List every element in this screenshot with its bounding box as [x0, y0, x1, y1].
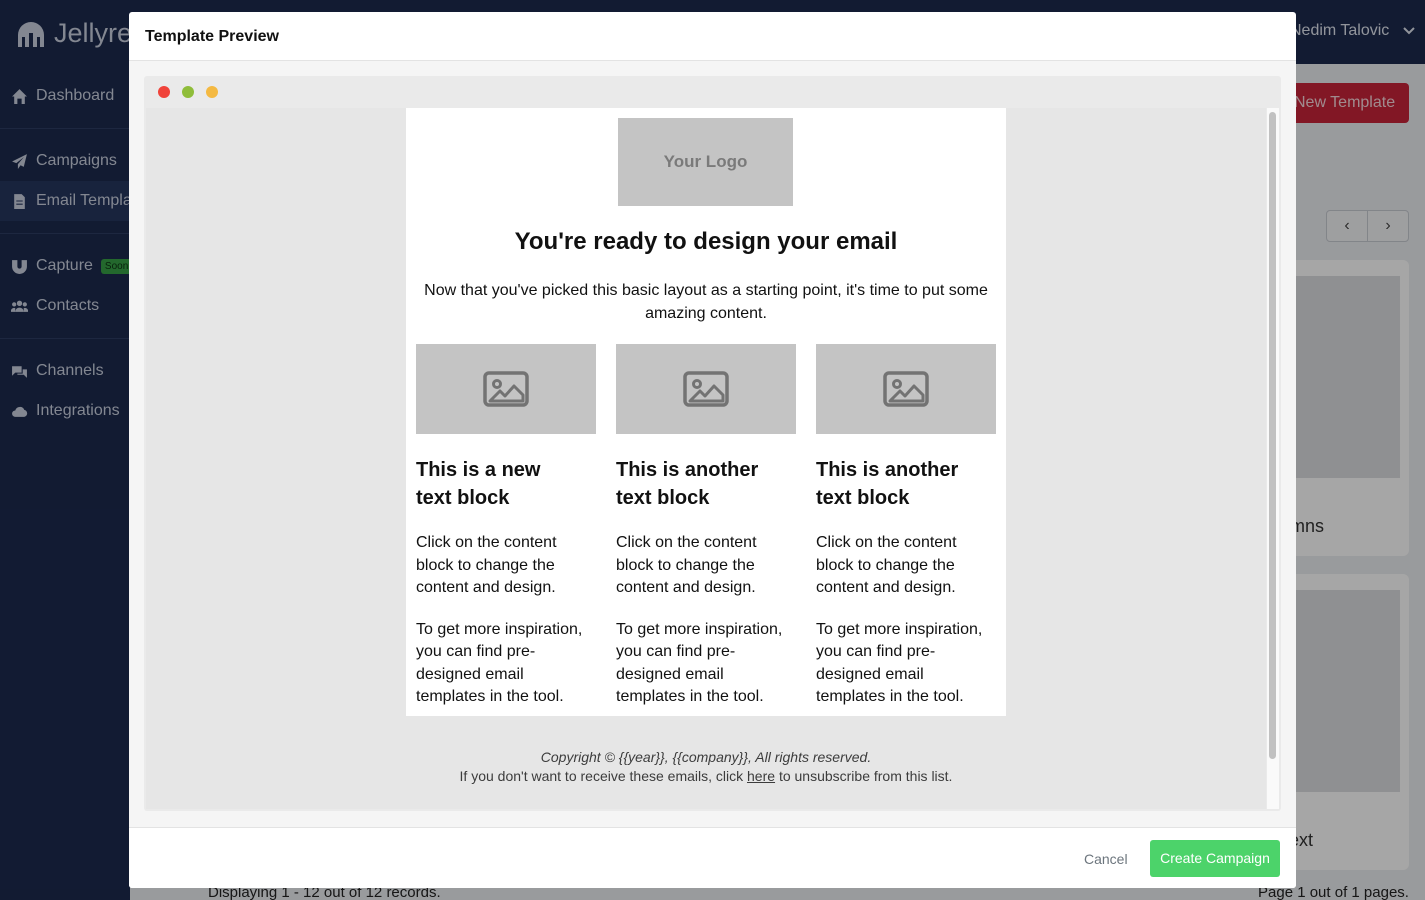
modal-title: Template Preview	[145, 28, 279, 45]
copyright-text: Copyright © {{year}}, {{company}}, All r…	[540, 749, 872, 765]
column-text: Click on the content block to change the…	[616, 534, 757, 596]
image-icon	[683, 371, 729, 407]
modal-footer: Cancel Create Campaign	[129, 827, 1296, 888]
window-close-dot-icon	[158, 86, 170, 98]
column-text: To get more inspiration, you can find pr…	[616, 620, 783, 706]
column-title: This is another text block	[616, 459, 759, 509]
window-maximize-dot-icon	[182, 86, 194, 98]
browser-frame: Your Logo You're ready to design your em…	[144, 76, 1281, 811]
image-icon	[883, 371, 929, 407]
unsubscribe-line: If you don't want to receive these email…	[406, 767, 1006, 786]
unsubscribe-link[interactable]: here	[747, 768, 775, 784]
content-column: This is another text block Click on the …	[616, 344, 796, 709]
column-text: Click on the content block to change the…	[816, 534, 957, 596]
create-campaign-button[interactable]: Create Campaign	[1150, 840, 1280, 877]
modal-body: Your Logo You're ready to design your em…	[129, 61, 1296, 827]
template-preview-modal: Template Preview Your Logo You're ready …	[129, 12, 1296, 888]
image-placeholder	[416, 344, 596, 434]
email-headline: You're ready to design your email	[514, 228, 898, 255]
unsubscribe-suffix: to unsubscribe from this list.	[778, 768, 953, 784]
cancel-button[interactable]: Cancel	[1084, 851, 1128, 867]
column-text: To get more inspiration, you can find pr…	[816, 620, 983, 706]
logo-placeholder: Your Logo	[618, 118, 793, 206]
email-footer: Copyright © {{year}}, {{company}}, All r…	[406, 748, 1006, 786]
column-title: This is a new text block	[416, 459, 541, 509]
image-placeholder	[816, 344, 996, 434]
email-intro: Now that you've picked this basic layout…	[424, 282, 988, 322]
image-placeholder	[616, 344, 796, 434]
content-column: This is a new text block Click on the co…	[416, 344, 596, 709]
column-text: To get more inspiration, you can find pr…	[416, 620, 583, 706]
column-title: This is another text block	[816, 459, 959, 509]
scrollbar-thumb[interactable]	[1269, 112, 1276, 759]
window-minimize-dot-icon	[206, 86, 218, 98]
unsubscribe-prefix: If you don't want to receive these email…	[459, 768, 744, 784]
preview-scrollbar[interactable]	[1267, 108, 1279, 809]
image-icon	[483, 371, 529, 407]
content-column: This is another text block Click on the …	[816, 344, 996, 709]
email-preview-viewport[interactable]: Your Logo You're ready to design your em…	[146, 108, 1266, 809]
modal-header: Template Preview	[129, 12, 1296, 61]
column-text: Click on the content block to change the…	[416, 534, 557, 596]
email-content: Your Logo You're ready to design your em…	[406, 108, 1006, 716]
